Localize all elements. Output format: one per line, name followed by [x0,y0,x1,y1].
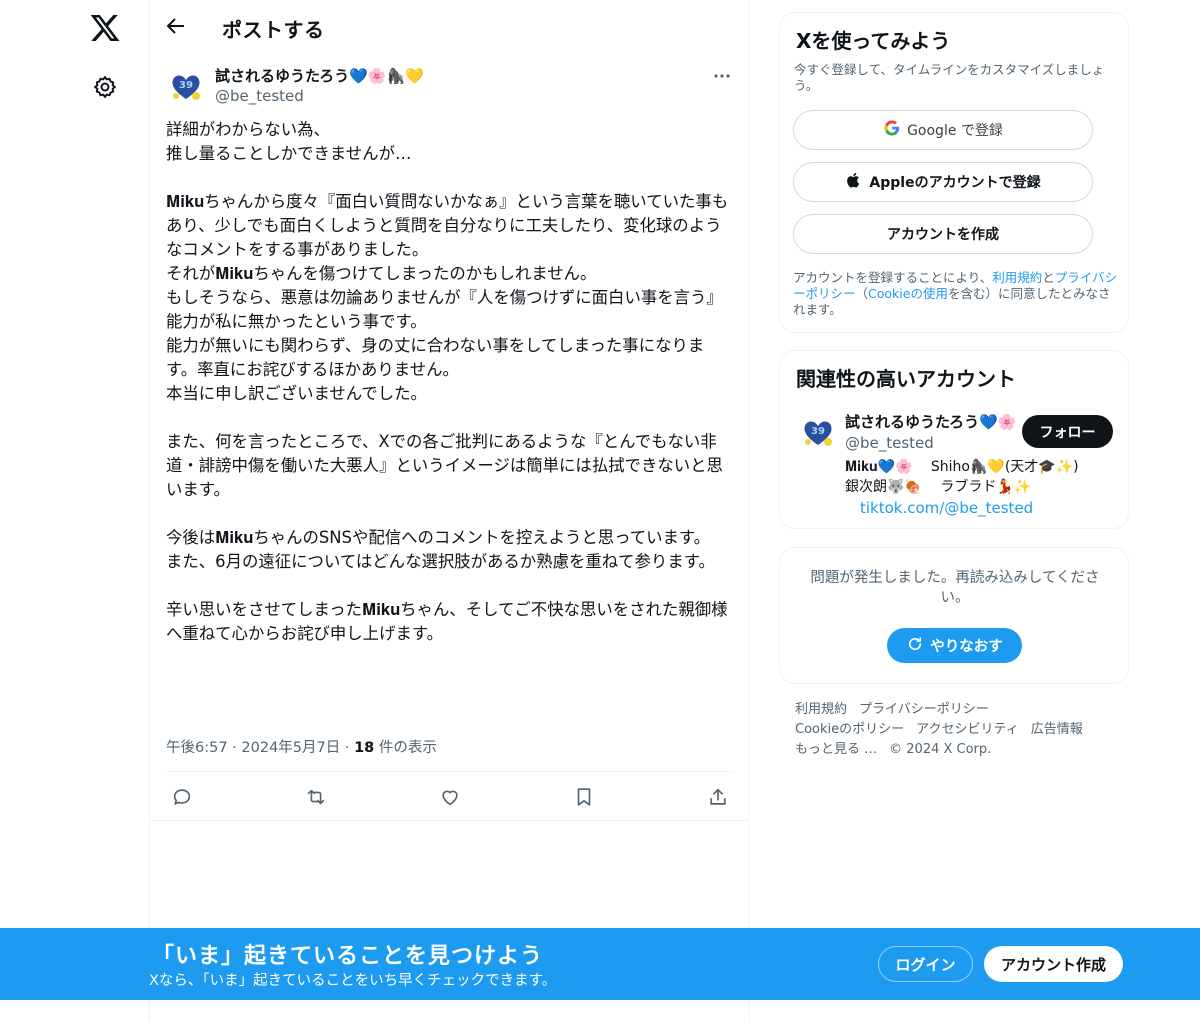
signup-card: Xを使ってみよう 今すぐ登録して、タイムラインをカスタマイズしましょう。 Goo… [779,12,1129,333]
gear-icon[interactable] [92,74,118,100]
related-account-name[interactable]: 試されるゆうたろう💙🌸 [845,411,1016,432]
terms-and: と [1042,270,1055,285]
related-account-bio: 𝐌𝐢𝐤𝐮💙🌸 Shiho🦍💛(天才🎓✨) 銀次朗🐺🍖 ラブラド💃✨ [845,459,1079,495]
views-count: 18 [354,740,375,756]
avatar[interactable]: 39 [798,412,838,452]
terms-link[interactable]: 利用規約 [992,270,1042,285]
signup-card-title: Xを使ってみよう [796,29,951,53]
like-icon[interactable] [434,782,466,812]
terms-paren: （ [855,286,869,301]
signup-button[interactable]: アカウント作成 [984,946,1123,982]
terms-text: アカウントを登録することにより、利用規約とプライバシーポリシー（Cookieの使… [793,270,1118,318]
login-button[interactable]: ログイン [878,946,973,982]
post-time[interactable]: 午後6:57 [166,740,228,756]
error-message: 問題が発生しました。再読み込みしてください。 [810,570,1100,606]
divider [166,771,734,772]
google-signup-button[interactable]: Google で登録 [793,110,1093,150]
footer-link[interactable]: 広告情報 [1031,720,1083,740]
error-card: 問題が発生しました。再読み込みしてください。 やりなおす [779,547,1129,684]
footer-links: 利用規約 プライバシーポリシー Cookieのポリシー アクセシビリティ 広告情報 も… [795,700,1115,760]
retry-button[interactable]: やりなおす [887,628,1022,663]
svg-text:39: 39 [179,80,193,91]
google-icon [883,119,901,141]
top-bar: ポストする [150,0,750,53]
related-accounts-card: 関連性の高いアカウント 39 試されるゆうたろう💙🌸 @be_tested フォ… [779,350,1129,529]
footer-link[interactable]: プライバシーポリシー [859,700,989,720]
retry-label: やりなおす [930,639,1003,655]
follow-button[interactable]: フォロー [1022,415,1113,448]
apple-signup-button[interactable]: Appleのアカウントで登録 [793,162,1093,202]
post-author: 39 試されるゆうたろう💙🌸🦍💛 @be_tested [166,64,736,108]
left-nav [0,0,150,1021]
copyright: © 2024 X Corp. [889,742,992,757]
avatar[interactable]: 39 [166,66,206,106]
repost-icon[interactable] [300,782,332,812]
views-label: 件の表示 [378,740,437,756]
back-arrow-icon[interactable] [164,14,190,40]
banner-title: 「いま」起きていることを見つけよう [152,944,544,969]
footer-link[interactable]: アクセシビリティ [916,720,1019,740]
page-title: ポストする [222,18,325,42]
post-date[interactable]: 2024年5月7日 [241,740,340,756]
post-actions [166,782,734,812]
create-account-button[interactable]: アカウントを作成 [793,214,1093,254]
post-text: 詳細がわからない為、 推し量ることしかできませんが… 𝐌𝐢𝐤𝐮ちゃんから度々『面… [166,120,729,643]
banner-subtitle: Xなら、「いま」起きていることをいち早くチェックできます。 [149,973,557,989]
apple-icon [845,171,863,193]
create-account-label: アカウントを作成 [887,227,999,243]
cookie-use-link[interactable]: Cookieの使用 [868,286,948,301]
related-account-link[interactable]: tiktok.com/@be_tested [860,499,1033,517]
divider [150,820,748,821]
bottom-banner: 「いま」起きていることを見つけよう Xなら、「いま」起きていることをいち早くチェ… [0,928,1200,1000]
main-column: ポストする 39 試されるゆうたろう💙🌸🦍💛 @be_tested 詳細がわから… [149,0,749,1021]
apple-signup-label: Appleのアカウントで登録 [869,175,1041,191]
x-logo-icon[interactable] [89,12,121,44]
footer-link[interactable]: 利用規約 [795,700,847,720]
meta-separator: · [232,740,237,756]
meta-separator: · [344,740,350,756]
footer-link[interactable]: Cookieのポリシー [795,720,904,740]
share-icon[interactable] [702,782,734,812]
svg-text:39: 39 [811,426,825,437]
post-meta: 午後6:57 · 2024年5月7日 · 18 件の表示 [166,736,437,757]
signup-card-subtitle: 今すぐ登録して、タイムラインをカスタマイズしましょう。 [794,62,1105,93]
terms-prefix: アカウントを登録することにより、 [793,270,993,285]
related-accounts-title: 関連性の高いアカウント [796,367,1016,391]
more-options-icon[interactable] [710,66,736,86]
footer-link[interactable]: もっと見る … [795,740,877,760]
refresh-icon [906,635,924,657]
bookmark-icon[interactable] [568,782,600,812]
related-account-handle[interactable]: @be_tested [845,434,934,452]
author-name[interactable]: 試されるゆうたろう💙🌸🦍💛 [215,65,424,86]
google-signup-label: Google で登録 [907,123,1003,139]
author-handle[interactable]: @be_tested [215,87,304,105]
reply-icon[interactable] [166,782,198,812]
